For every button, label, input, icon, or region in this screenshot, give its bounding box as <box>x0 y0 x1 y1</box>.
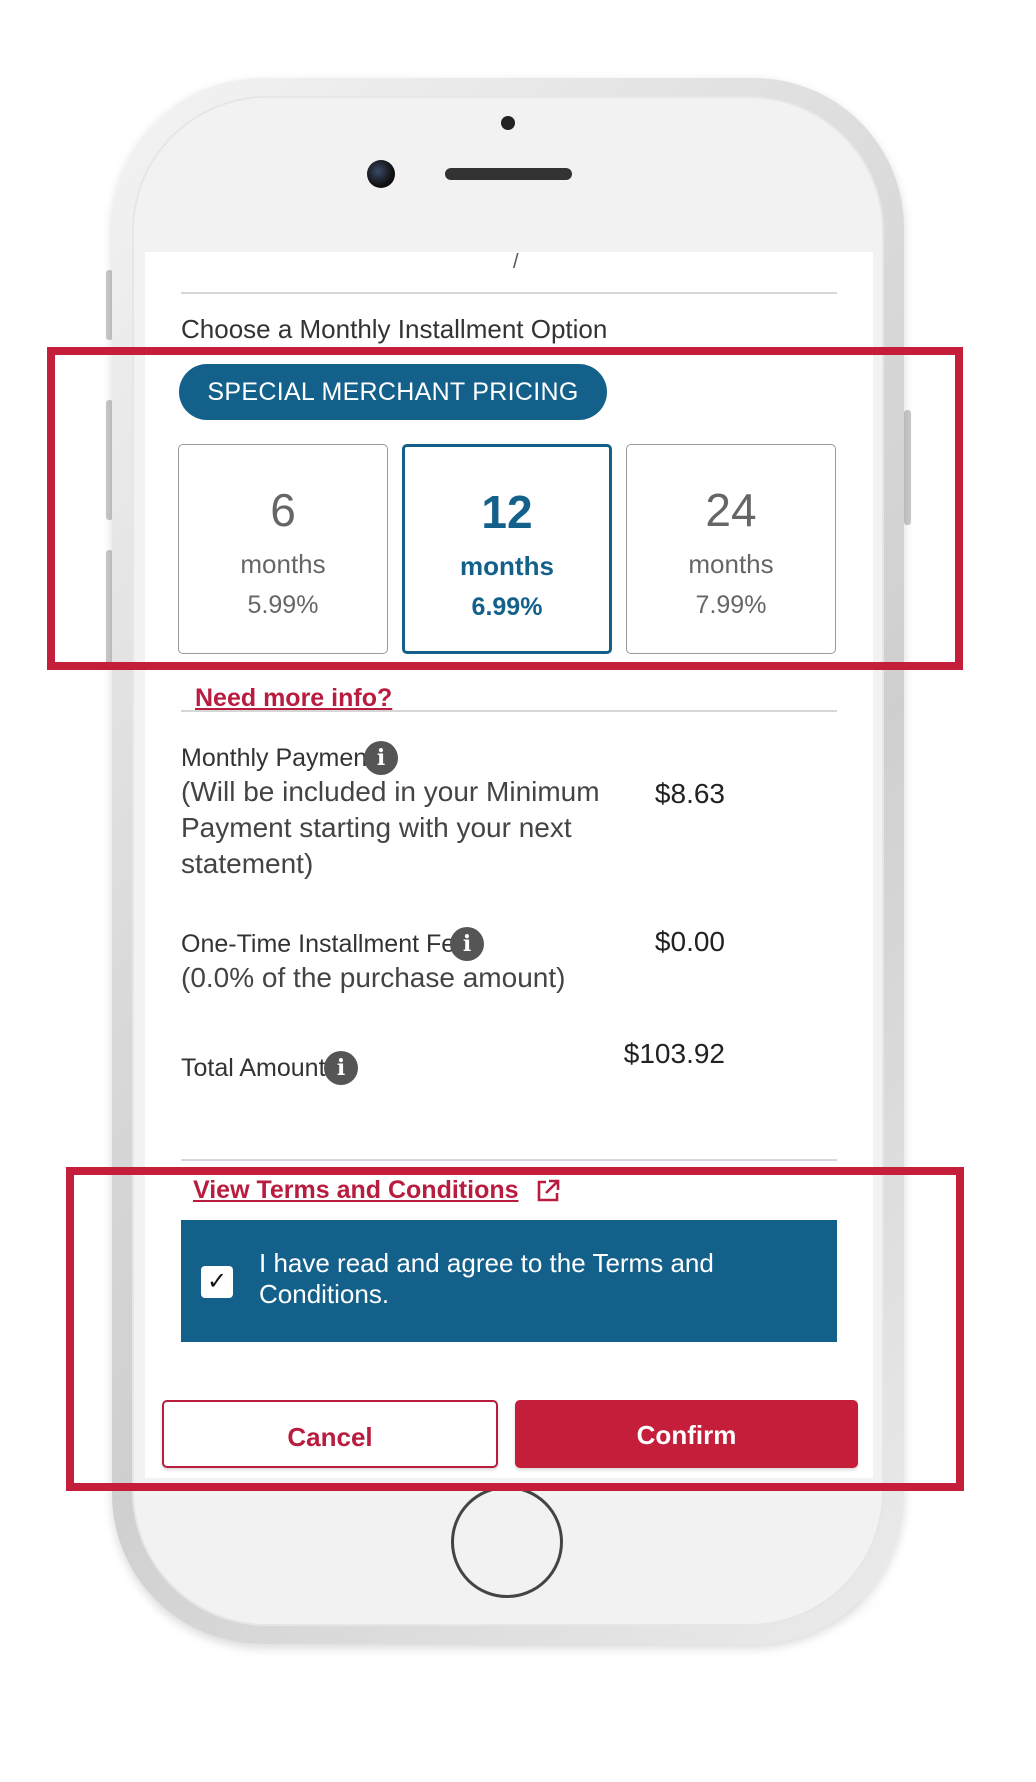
front-camera-icon <box>367 160 395 188</box>
option-unit: months <box>460 551 554 581</box>
power-button <box>904 410 911 525</box>
option-24-months[interactable]: 24 months 7.99% <box>626 444 836 654</box>
option-rate: 6.99% <box>471 593 543 621</box>
proximity-sensor <box>501 116 515 130</box>
option-number: 12 <box>481 486 533 538</box>
monthly-payment-amount: $8.63 <box>654 778 725 809</box>
option-unit: months <box>688 549 774 579</box>
option-number: 24 <box>705 484 757 536</box>
option-number: 6 <box>270 484 296 536</box>
agree-checkbox[interactable]: ✓ <box>201 1266 233 1298</box>
divider <box>181 710 837 712</box>
option-12-months[interactable]: 12 months 6.99% <box>402 444 612 654</box>
terms-agreement[interactable]: ✓ I have read and agree to the Terms and… <box>181 1220 837 1342</box>
divider <box>181 292 837 294</box>
info-icon[interactable]: i <box>364 741 398 775</box>
option-6-months[interactable]: 6 months 5.99% <box>178 444 388 654</box>
view-terms-link[interactable]: View Terms and Conditions <box>193 1176 519 1205</box>
total-amount-value: $103.92 <box>623 1038 725 1069</box>
cancel-button[interactable]: Cancel <box>162 1400 498 1468</box>
agree-label: I have read and agree to the Terms and C… <box>259 1248 714 1309</box>
installment-fee-note: (0.0% of the purchase amount) <box>181 962 566 993</box>
earpiece-speaker <box>445 168 572 180</box>
special-pricing-badge: SPECIAL MERCHANT PRICING <box>179 364 607 420</box>
total-amount-label: Total Amount <box>181 1054 326 1082</box>
option-rate: 5.99% <box>247 591 319 619</box>
section-title: Choose a Monthly Installment Option <box>181 314 608 344</box>
info-icon[interactable]: i <box>450 927 484 961</box>
installment-fee-label: One-Time Installment Fee <box>181 930 470 958</box>
phone-screen: / Choose a Monthly Installment Option SP… <box>145 252 873 1478</box>
option-unit: months <box>240 549 326 579</box>
option-rate: 7.99% <box>695 591 767 619</box>
external-link-icon[interactable] <box>535 1178 561 1204</box>
need-more-info-link[interactable]: Need more info? <box>195 684 392 713</box>
info-icon[interactable]: i <box>324 1051 358 1085</box>
installment-fee-amount: $0.00 <box>654 926 725 957</box>
confirm-button[interactable]: Confirm <box>515 1400 858 1468</box>
monthly-payment-label: Monthly Payment <box>181 744 375 772</box>
home-button <box>451 1486 563 1598</box>
monthly-payment-note: (Will be included in your Minimum Paymen… <box>181 776 600 879</box>
cutoff-text: / <box>513 252 519 273</box>
divider <box>181 1159 837 1161</box>
